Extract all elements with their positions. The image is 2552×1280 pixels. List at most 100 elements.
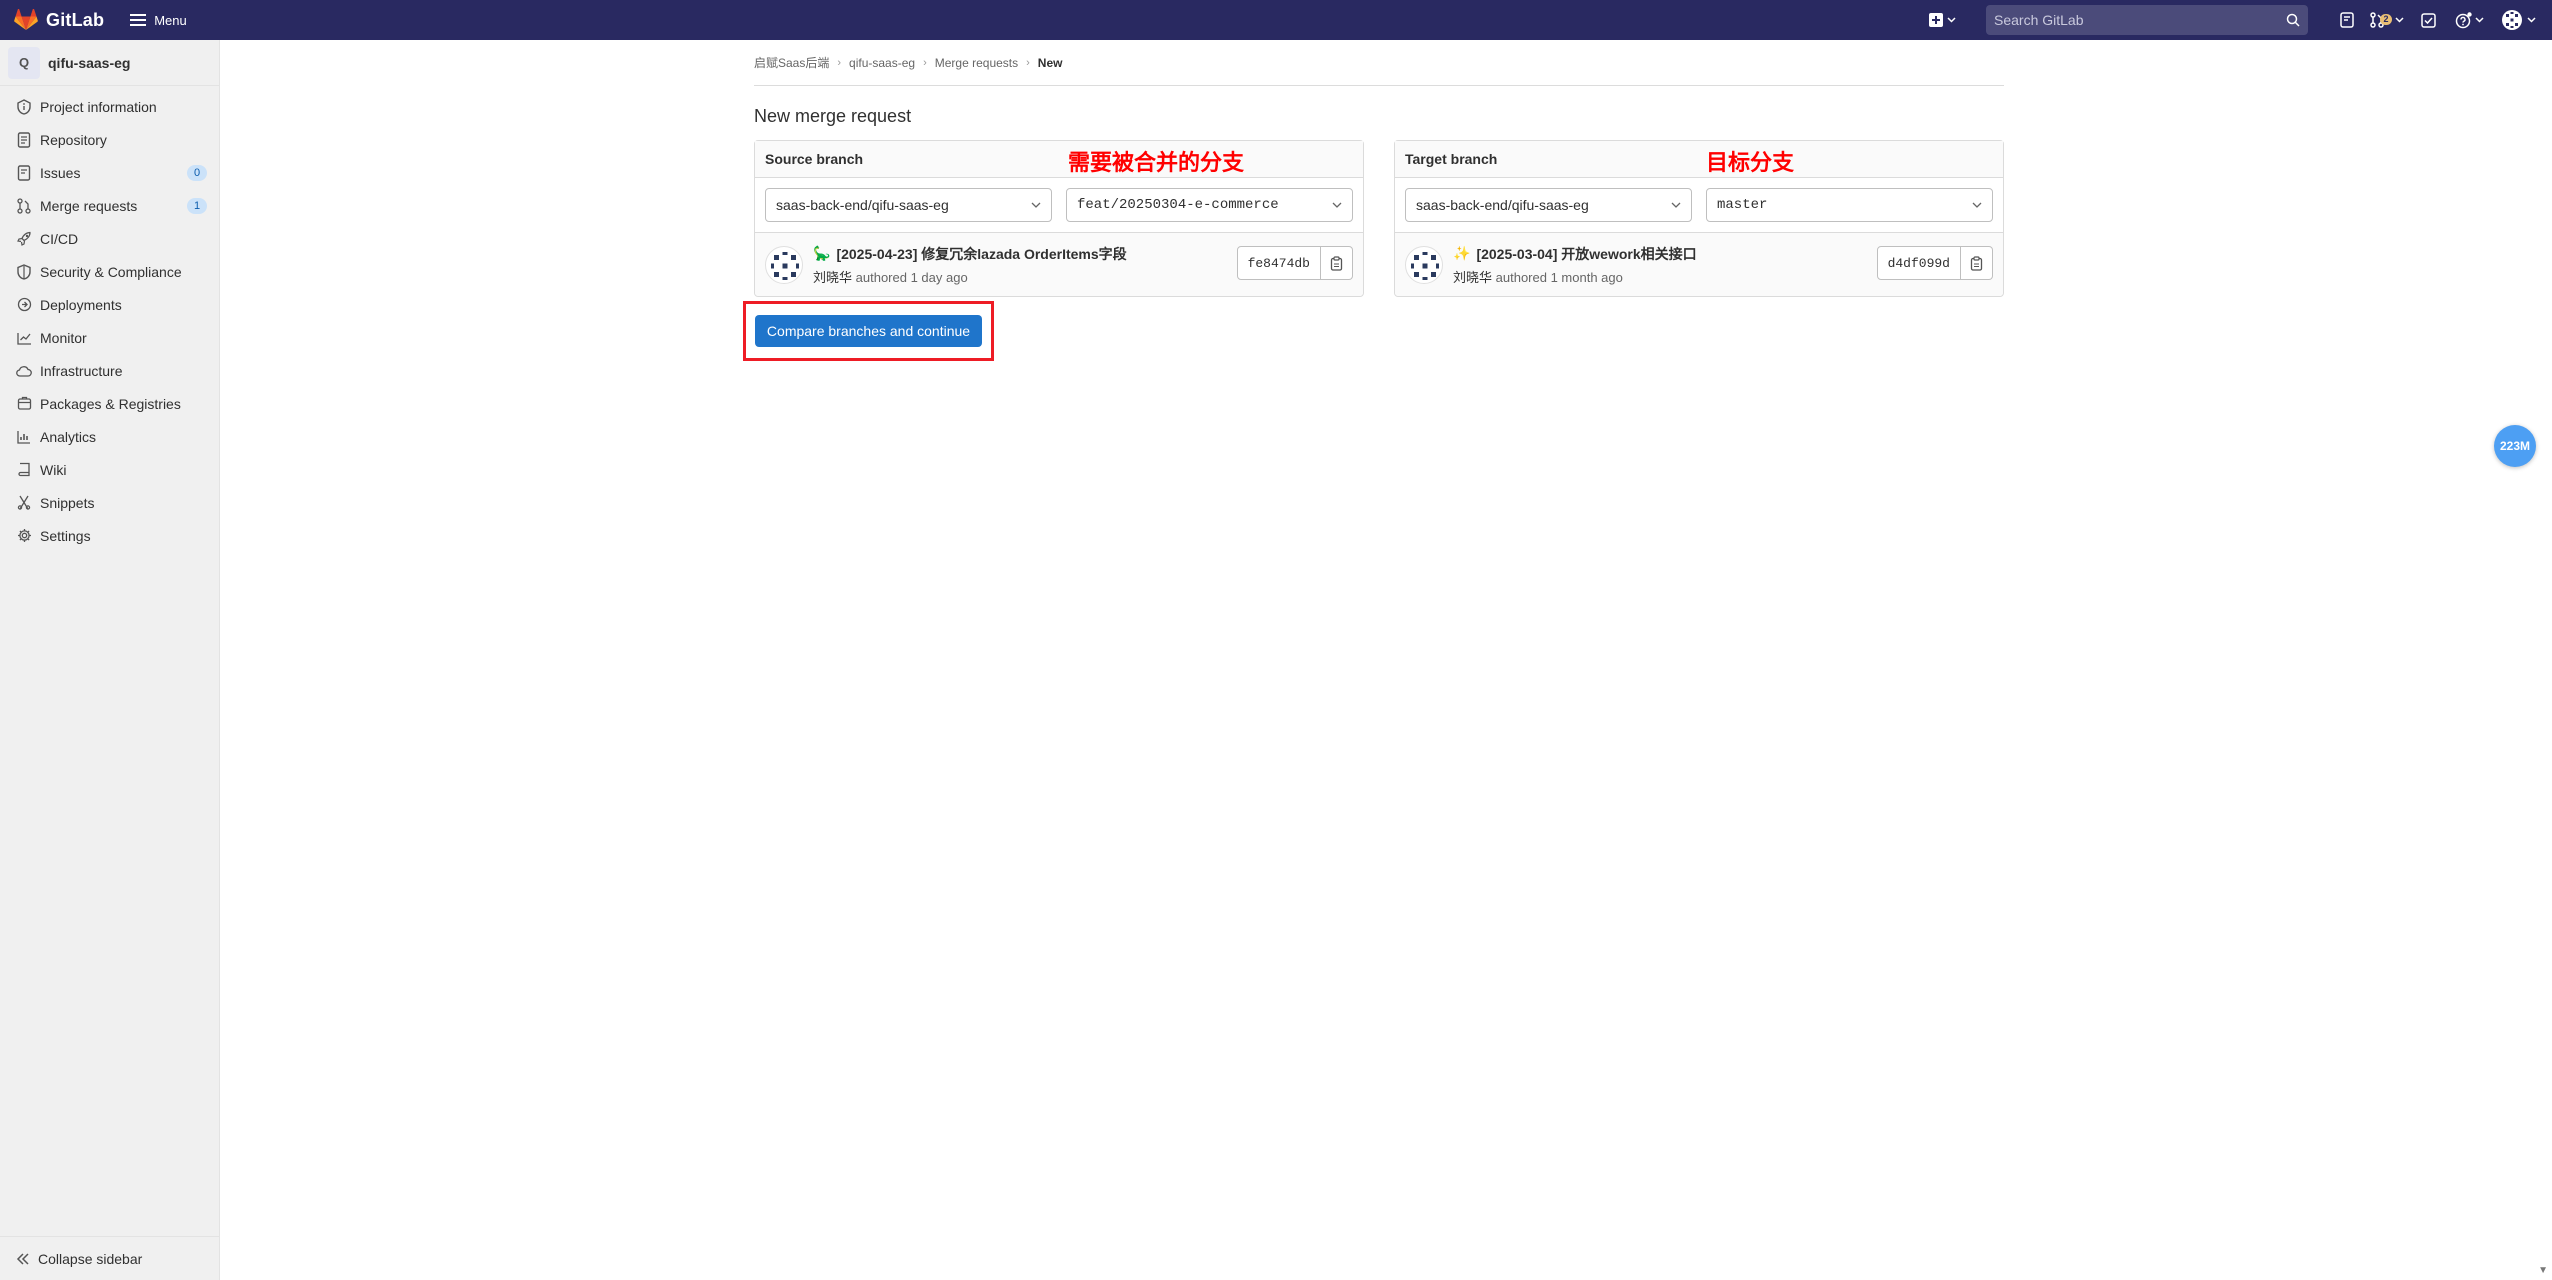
avatar[interactable] (765, 245, 803, 284)
sidebar-item-label: Repository (40, 131, 107, 148)
breadcrumb-group[interactable]: 启赋Saas后端 (754, 54, 829, 71)
cloud-icon (16, 363, 32, 379)
target-commit-title: [2025-03-04] 开放wework相关接口 (1476, 245, 1697, 262)
sidebar-item-label: Settings (40, 527, 91, 544)
main-content: 启赋Saas后端 › qifu-saas-eg › Merge requests… (743, 40, 2004, 361)
todos-nav-button[interactable] (2410, 0, 2446, 40)
chevron-down-icon (2526, 17, 2536, 23)
user-menu-button[interactable] (2492, 0, 2544, 40)
double-chevron-left-icon (16, 1252, 30, 1265)
breadcrumb-project[interactable]: qifu-saas-eg (849, 56, 915, 70)
target-project-dropdown[interactable]: saas-back-end/qifu-saas-eg (1405, 188, 1692, 222)
breadcrumb-merge-requests[interactable]: Merge requests (935, 56, 1018, 70)
project-avatar: Q (8, 46, 40, 79)
target-commit-time: authored 1 month ago (1495, 269, 1623, 285)
gitlab-logo-icon (14, 9, 38, 31)
search-icon (2286, 13, 2300, 27)
chevron-down-icon (1671, 202, 1681, 208)
target-branch-value: master (1717, 197, 1768, 213)
sidebar-item-cicd[interactable]: CI/CD (0, 222, 219, 255)
target-commit-author[interactable]: 刘晓华 (1453, 270, 1492, 285)
merge-requests-nav-button[interactable]: 2 (2364, 0, 2410, 40)
sidebar-item-label: Merge requests (40, 197, 138, 214)
target-commit-title-link[interactable]: ✨ [2025-03-04] 开放wework相关接口 (1453, 244, 1697, 264)
source-branch-value: feat/20250304-e-commerce (1077, 197, 1279, 213)
menu-button[interactable]: Menu (130, 13, 187, 28)
source-commit-time: authored 1 day ago (855, 269, 968, 285)
project-name: qifu-saas-eg (48, 54, 131, 71)
project-context-header[interactable]: Q qifu-saas-eg (0, 40, 219, 86)
collapse-sidebar-button[interactable]: Collapse sidebar (0, 1236, 219, 1280)
breadcrumb-separator: › (923, 56, 927, 69)
sidebar-item-label: CI/CD (40, 230, 79, 247)
sidebar-item-label: Infrastructure (40, 362, 123, 379)
info-icon (16, 98, 32, 115)
sidebar-item-label: Monitor (40, 329, 87, 346)
breadcrumb-current[interactable]: New (1038, 56, 1063, 70)
source-project-dropdown[interactable]: saas-back-end/qifu-saas-eg (765, 188, 1052, 222)
target-branch-card: Target branch 目标分支 saas-back-end/qifu-sa… (1394, 140, 2004, 297)
sidebar-item-wiki[interactable]: Wiki (0, 453, 219, 486)
source-project-value: saas-back-end/qifu-saas-eg (776, 197, 949, 213)
search-box[interactable] (1986, 5, 2308, 35)
source-commit-author[interactable]: 刘晓华 (813, 270, 852, 285)
sidebar-item-snippets[interactable]: Snippets (0, 486, 219, 519)
merge-request-icon (16, 197, 32, 214)
target-commit-sha[interactable]: d4df099d (1876, 246, 1961, 280)
sidebar-item-label: Wiki (40, 461, 67, 478)
menu-label: Menu (154, 12, 187, 28)
sidebar-item-project-information[interactable]: Project information (0, 90, 219, 123)
target-annotation: 目标分支 (1706, 151, 1795, 176)
mr-count-badge: 2 (2380, 13, 2392, 25)
branch-panels: Source branch 需要被合并的分支 saas-back-end/qif… (754, 140, 2004, 297)
new-dropdown-button[interactable] (1922, 0, 1962, 40)
book-icon (16, 462, 32, 478)
scroll-down-arrow-icon[interactable]: ▼ (2538, 1265, 2548, 1276)
chevron-down-icon (1332, 202, 1342, 208)
chevron-down-icon (2394, 17, 2404, 23)
brand-name: GitLab (46, 9, 105, 30)
breadcrumb-separator: › (837, 56, 842, 69)
source-commit: 🦕 [2025-04-23] 修复冗余lazada OrderItems字段 刘… (755, 232, 1363, 296)
avatar[interactable] (1405, 245, 1443, 284)
help-nav-button[interactable] (2446, 0, 2492, 40)
source-annotation: 需要被合并的分支 (1068, 151, 1245, 176)
sidebar-item-deployments[interactable]: Deployments (0, 288, 219, 321)
source-branch-dropdown[interactable]: feat/20250304-e-commerce (1066, 188, 1353, 222)
sidebar-item-security-compliance[interactable]: Security & Compliance (0, 255, 219, 288)
target-branch-dropdown[interactable]: master (1706, 188, 1993, 222)
top-navbar: GitLab Menu Search GitLab 2 (0, 0, 2552, 40)
copy-icon (1970, 255, 1983, 271)
sidebar-item-label: Analytics (40, 428, 97, 445)
chevron-down-icon (1972, 202, 1982, 208)
sidebar-item-label: Security & Compliance (40, 263, 182, 280)
sidebar-item-packages-registries[interactable]: Packages & Registries (0, 387, 219, 420)
sidebar-item-settings[interactable]: Settings (0, 519, 219, 552)
merge-requests-count-badge: 1 (187, 197, 207, 214)
gitlab-home-link[interactable]: GitLab (14, 9, 104, 31)
sidebar-item-issues[interactable]: Issues 0 (0, 156, 219, 189)
source-commit-sha[interactable]: fe8474db (1236, 246, 1321, 280)
compare-branches-button[interactable]: Compare branches and continue (754, 315, 983, 347)
copy-sha-button[interactable] (1321, 246, 1353, 280)
floating-memory-badge[interactable]: 223M (2494, 425, 2536, 467)
sidebar-item-monitor[interactable]: Monitor (0, 321, 219, 354)
issues-count-badge: 0 (187, 164, 207, 181)
sidebar-item-infrastructure[interactable]: Infrastructure (0, 354, 219, 387)
issues-icon (2340, 12, 2354, 28)
sidebar-item-repository[interactable]: Repository (0, 123, 219, 156)
source-branch-title: Source branch (765, 151, 864, 167)
target-commit: ✨ [2025-03-04] 开放wework相关接口 刘晓华 authored… (1395, 232, 2003, 296)
target-branch-title: Target branch (1405, 151, 1498, 167)
source-commit-title-link[interactable]: 🦕 [2025-04-23] 修复冗余lazada OrderItems字段 (813, 244, 1127, 264)
search-input[interactable] (1994, 12, 2286, 28)
sidebar-item-analytics[interactable]: Analytics (0, 420, 219, 453)
rocket-icon (16, 231, 32, 247)
sidebar-item-merge-requests[interactable]: Merge requests 1 (0, 189, 219, 222)
issues-nav-button[interactable] (2330, 0, 2364, 40)
copy-sha-button[interactable] (1961, 246, 1993, 280)
help-circle-icon (2455, 11, 2472, 29)
package-icon (16, 396, 32, 412)
target-branch-header: Target branch 目标分支 (1395, 141, 2003, 178)
chevron-down-icon (1946, 17, 1956, 23)
